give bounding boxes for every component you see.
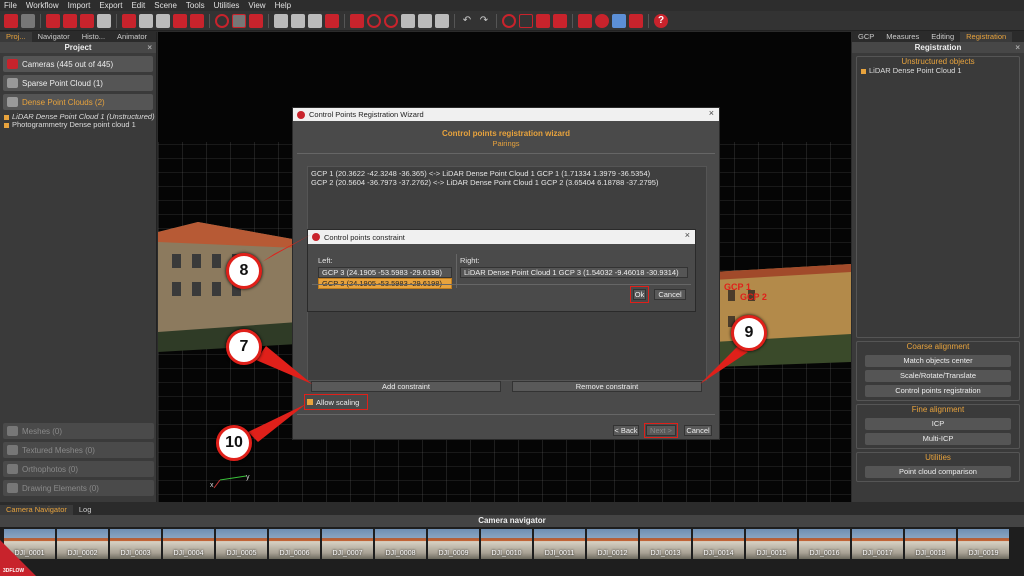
thumbnail-label: DJI_0015 bbox=[746, 550, 797, 557]
thumbnail-label: DJI_0018 bbox=[905, 550, 956, 557]
callout-pointers bbox=[0, 0, 1024, 576]
camera-thumbnail[interactable]: DJI_0005 bbox=[216, 529, 267, 559]
camera-thumbnail[interactable]: DJI_0007 bbox=[322, 529, 373, 559]
thumbnail-label: DJI_0002 bbox=[57, 550, 108, 557]
camera-thumbnail[interactable]: DJI_0010 bbox=[481, 529, 532, 559]
thumbnail-label: DJI_0008 bbox=[375, 550, 426, 557]
thumbnail-label: DJI_0010 bbox=[481, 550, 532, 557]
camera-navigator-title: Camera navigator bbox=[0, 515, 1024, 527]
thumbnail-label: DJI_0007 bbox=[322, 550, 373, 557]
callout-9: 9 bbox=[731, 315, 767, 351]
callout-pointer-8 bbox=[262, 234, 312, 262]
tab-log[interactable]: Log bbox=[73, 505, 98, 515]
camera-thumbnail[interactable]: DJI_0017 bbox=[852, 529, 903, 559]
thumbnail-label: DJI_0004 bbox=[163, 550, 214, 557]
thumbnail-label: DJI_0014 bbox=[693, 550, 744, 557]
camera-thumbnail[interactable]: DJI_0011 bbox=[534, 529, 585, 559]
camera-thumbnail[interactable]: DJI_0008 bbox=[375, 529, 426, 559]
thumbnail-label: DJI_0019 bbox=[958, 550, 1009, 557]
thumbnail-label: DJI_0006 bbox=[269, 550, 320, 557]
camera-thumbnail[interactable]: DJI_0019 bbox=[958, 529, 1009, 559]
thumbnail-label: DJI_0012 bbox=[587, 550, 638, 557]
callout-8: 8 bbox=[226, 253, 262, 289]
callout-pointer-9 bbox=[700, 346, 748, 384]
callout-10: 10 bbox=[216, 425, 252, 461]
camera-thumbnail[interactable]: DJI_0006 bbox=[269, 529, 320, 559]
callout-7: 7 bbox=[226, 329, 262, 365]
camera-thumbnail[interactable]: DJI_0009 bbox=[428, 529, 479, 559]
camera-thumbnail[interactable]: DJI_0003 bbox=[110, 529, 161, 559]
logo-text: 3DFLOW bbox=[3, 568, 24, 574]
camera-thumbnail[interactable]: DJI_0015 bbox=[746, 529, 797, 559]
camera-thumbnail[interactable]: DJI_0018 bbox=[905, 529, 956, 559]
thumbnail-label: DJI_0009 bbox=[428, 550, 479, 557]
camera-thumbnail[interactable]: DJI_0002 bbox=[57, 529, 108, 559]
thumbnail-label: DJI_0011 bbox=[534, 550, 585, 557]
thumbnail-label: DJI_0003 bbox=[110, 550, 161, 557]
camera-thumbnail[interactable]: DJI_0014 bbox=[693, 529, 744, 559]
camera-thumbnail[interactable]: DJI_0004 bbox=[163, 529, 214, 559]
camera-thumbnail-strip[interactable]: DJI_0001DJI_0002DJI_0003DJI_0004DJI_0005… bbox=[0, 527, 1024, 576]
camera-thumbnail[interactable]: DJI_0012 bbox=[587, 529, 638, 559]
callout-pointer-10 bbox=[248, 404, 306, 442]
bottom-tabs: Camera Navigator Log bbox=[0, 505, 1024, 515]
thumbnail-label: DJI_0016 bbox=[799, 550, 850, 557]
camera-thumbnail[interactable]: DJI_0016 bbox=[799, 529, 850, 559]
callout-pointer-7 bbox=[256, 346, 312, 384]
tab-camera-navigator[interactable]: Camera Navigator bbox=[0, 505, 73, 515]
camera-thumbnail[interactable]: DJI_0013 bbox=[640, 529, 691, 559]
thumbnail-label: DJI_0017 bbox=[852, 550, 903, 557]
thumbnail-label: DJI_0013 bbox=[640, 550, 691, 557]
thumbnail-label: DJI_0005 bbox=[216, 550, 267, 557]
